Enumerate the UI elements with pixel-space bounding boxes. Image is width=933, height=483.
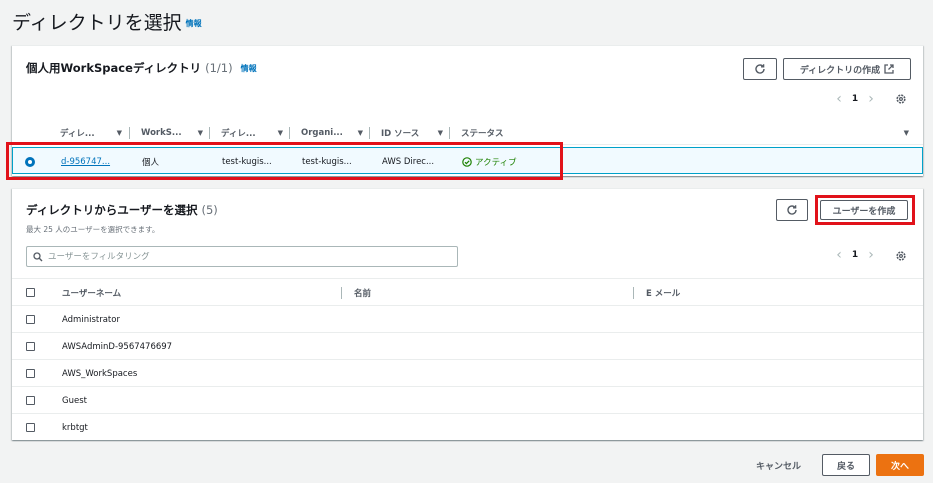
directory-settings-icon[interactable] — [895, 93, 907, 105]
users-col-email[interactable]: E メール — [646, 279, 680, 306]
users-col-name[interactable]: 名前 — [354, 279, 371, 306]
user-username: krbtgt — [62, 422, 88, 433]
user-search-input[interactable] — [48, 251, 428, 262]
user-username: AWSAdminD-9567476697 — [62, 341, 173, 352]
create-directory-label: ディレクトリの作成 — [799, 65, 881, 76]
sort-caret-icon: ▼ — [197, 129, 203, 137]
refresh-icon — [787, 205, 797, 215]
users-panel-description: 最大 25 人のユーザーを選択できます。 — [26, 225, 160, 234]
next-button[interactable]: 次へ — [876, 454, 924, 476]
highlight-directory-row — [6, 142, 563, 180]
user-checkbox[interactable] — [26, 342, 35, 351]
external-link-icon — [884, 64, 894, 74]
user-checkbox[interactable] — [26, 315, 35, 324]
prev-page-icon[interactable]: ‹ — [830, 91, 848, 107]
page-title-text: ディレクトリを選択 — [12, 12, 182, 34]
users-panel-title: ディレクトリからユーザーを選択 — [26, 203, 198, 217]
user-row[interactable]: AWSAdminD-9567476697 — [12, 332, 923, 359]
sort-caret-icon: ▼ — [357, 129, 363, 137]
search-icon — [33, 251, 43, 261]
sort-caret-icon: ▼ — [903, 129, 909, 137]
users-panel: ディレクトリからユーザーを選択 (5) 最大 25 人のユーザーを選択できます。… — [12, 188, 923, 440]
create-directory-button[interactable]: ディレクトリの作成 — [783, 58, 911, 80]
user-row[interactable]: Guest — [12, 386, 923, 413]
directory-panel-header: 個人用WorkSpaceディレクトリ (1/1) 情報 — [26, 60, 257, 76]
user-username: Guest — [62, 395, 87, 406]
page-info-link[interactable]: 情報 — [186, 19, 202, 28]
users-col-username[interactable]: ユーザーネーム — [62, 279, 121, 306]
user-row[interactable]: Administrator — [12, 305, 923, 332]
sort-caret-icon: ▼ — [116, 129, 122, 137]
directory-count: (1/1) — [205, 61, 233, 75]
cancel-button[interactable]: キャンセル — [756, 459, 801, 472]
user-row[interactable]: AWS_WorkSpaces — [12, 359, 923, 386]
prev-page-icon[interactable]: ‹ — [830, 247, 848, 263]
user-search-field[interactable] — [26, 246, 458, 267]
users-panel-header: ディレクトリからユーザーを選択 (5) — [26, 202, 218, 218]
user-username: Administrator — [62, 314, 120, 325]
directory-panel-title: 個人用WorkSpaceディレクトリ — [26, 61, 202, 75]
next-label: 次へ — [890, 461, 909, 472]
user-username: AWS_WorkSpaces — [62, 368, 138, 379]
page-title: ディレクトリを選択 情報 — [12, 8, 202, 35]
users-refresh-button[interactable] — [776, 199, 808, 221]
select-all-checkbox[interactable] — [26, 288, 35, 297]
directory-page-number[interactable]: 1 — [848, 94, 862, 104]
users-count: (5) — [201, 203, 218, 217]
refresh-icon — [755, 64, 765, 74]
user-checkbox[interactable] — [26, 396, 35, 405]
users-page-number[interactable]: 1 — [848, 250, 862, 260]
users-pagination: ‹ 1 › — [830, 247, 880, 263]
directory-pagination: ‹ 1 › — [830, 91, 880, 107]
directory-refresh-button[interactable] — [743, 58, 777, 80]
sort-caret-icon: ▼ — [437, 129, 443, 137]
directory-info-link[interactable]: 情報 — [241, 64, 257, 73]
user-checkbox[interactable] — [26, 423, 35, 432]
users-table-header: ユーザーネーム 名前 E メール — [12, 278, 923, 305]
back-label: 戻る — [836, 461, 855, 472]
sort-caret-icon: ▼ — [277, 129, 283, 137]
user-row[interactable]: krbtgt — [12, 413, 923, 440]
users-settings-icon[interactable] — [895, 250, 907, 262]
user-checkbox[interactable] — [26, 369, 35, 378]
next-page-icon[interactable]: › — [862, 247, 880, 263]
highlight-create-user — [815, 195, 915, 225]
next-page-icon[interactable]: › — [862, 91, 880, 107]
back-button[interactable]: 戻る — [822, 454, 870, 476]
